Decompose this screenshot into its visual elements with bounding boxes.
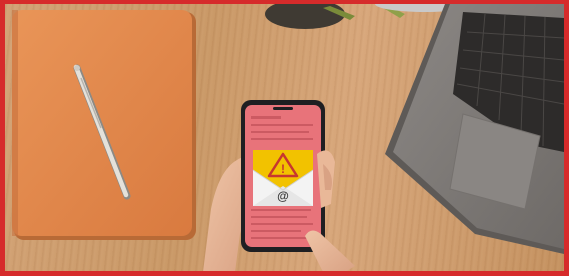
notebook-icon xyxy=(12,10,196,240)
photo-frame: ! @ xyxy=(0,0,569,276)
phone-icon: ! @ xyxy=(241,100,325,252)
desk-photo: ! @ xyxy=(12,4,564,271)
warning-symbol: ! xyxy=(281,162,285,176)
laptop-icon xyxy=(385,4,564,254)
email-icon: @ xyxy=(277,189,289,203)
